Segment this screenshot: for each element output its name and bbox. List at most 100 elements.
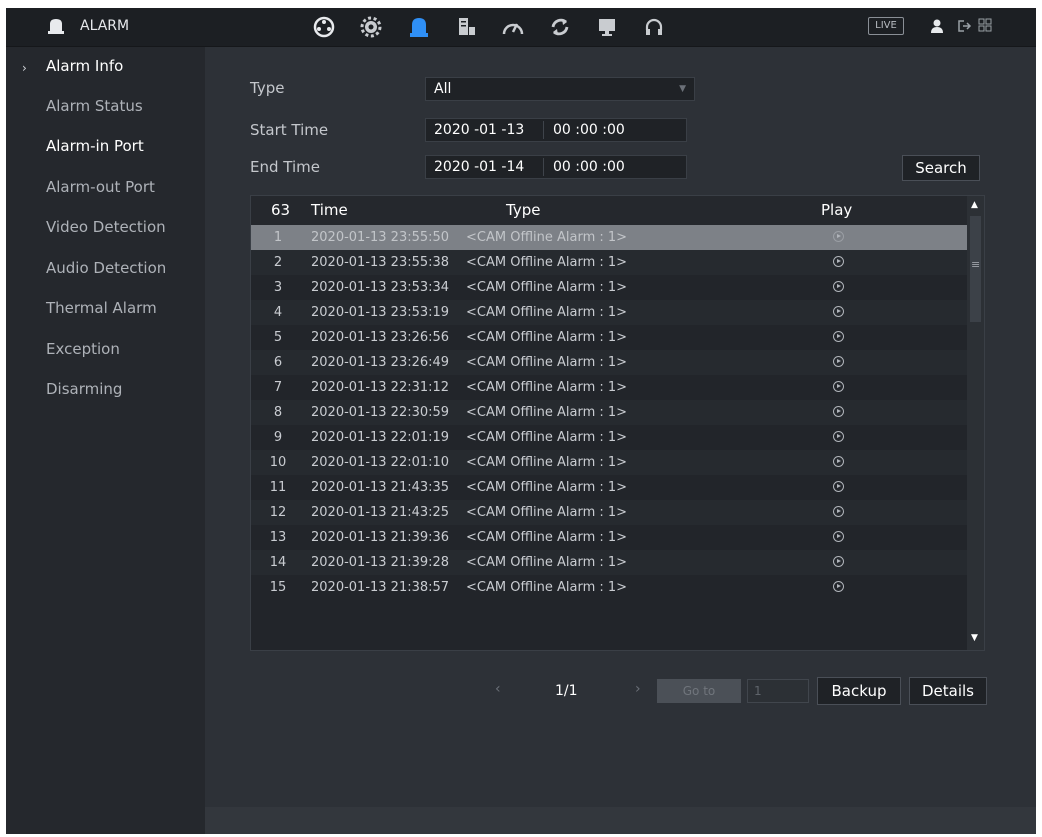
row-number: 10 (269, 455, 287, 470)
sidebar-item-audio-detection[interactable]: Audio Detection (6, 249, 205, 287)
table-row[interactable]: 2 2020-01-13 23:55:38 <CAM Offline Alarm :… (251, 250, 967, 275)
top-bar: ALARM LIVE (6, 8, 1036, 47)
row-number: 11 (269, 480, 287, 495)
row-type: <CAM Offline Alarm : 1> (466, 530, 628, 545)
table-row[interactable]: 8 2020-01-13 22:30:59 <CAM Offline Alarm :… (251, 400, 967, 425)
table-row[interactable]: 4 2020-01-13 23:53:19 <CAM Offline Alarm :… (251, 300, 967, 325)
header-time: Time (311, 201, 348, 219)
table-scrollbar[interactable]: ▲ ≡ ▼ (967, 196, 984, 650)
row-type: <CAM Offline Alarm : 1> (466, 305, 628, 320)
scroll-down-icon[interactable]: ▼ (971, 633, 978, 643)
row-time: 2020-01-13 21:43:25 (311, 505, 450, 520)
grid-menu-icon[interactable] (978, 18, 992, 32)
headset-icon[interactable] (640, 13, 668, 41)
user-icon[interactable] (930, 18, 944, 34)
play-icon[interactable] (833, 431, 844, 442)
type-label: Type (250, 79, 285, 97)
page-number-input[interactable]: 1 (747, 679, 809, 703)
row-type: <CAM Offline Alarm : 1> (466, 430, 628, 445)
row-type: <CAM Offline Alarm : 1> (466, 555, 628, 570)
row-number: 14 (269, 555, 287, 570)
table-row[interactable]: 13 2020-01-13 21:39:36 <CAM Offline Alarm … (251, 525, 967, 550)
row-time: 2020-01-13 21:43:35 (311, 480, 450, 495)
sidebar-item-alarm-status[interactable]: Alarm Status (6, 87, 205, 125)
sidebar-item-alarm-info[interactable]: Alarm Info (6, 47, 205, 85)
table-row[interactable]: 5 2020-01-13 23:26:56 <CAM Offline Alarm :… (251, 325, 967, 350)
row-number: 7 (273, 380, 283, 395)
play-icon[interactable] (833, 406, 844, 417)
sidebar-item-disarming[interactable]: Disarming (6, 370, 205, 408)
play-icon[interactable] (833, 481, 844, 492)
sidebar: › Alarm Info Alarm Status Alarm-in Port … (6, 47, 205, 834)
sidebar-item-exception[interactable]: Exception (6, 330, 205, 368)
row-number: 4 (273, 305, 283, 320)
play-icon[interactable] (833, 581, 844, 592)
sidebar-item-thermal-alarm[interactable]: Thermal Alarm (6, 289, 205, 327)
alarm-window: ALARM LIVE › Alarm Info Alarm Status Ala… (6, 8, 1036, 834)
row-type: <CAM Offline Alarm : 1> (466, 255, 628, 270)
live-button[interactable]: LIVE (868, 17, 904, 35)
play-icon[interactable] (833, 256, 844, 267)
row-time: 2020-01-13 22:31:12 (311, 380, 450, 395)
row-number: 15 (269, 580, 287, 595)
alarm-table: 63 Time Type Play 1 2020-01-13 23:55:50 <C… (250, 195, 985, 651)
end-time-label: End Time (250, 158, 320, 176)
goto-button[interactable]: Go to (657, 679, 741, 703)
settings-icon[interactable] (357, 13, 385, 41)
table-row[interactable]: 6 2020-01-13 23:26:49 <CAM Offline Alarm :… (251, 350, 967, 375)
next-page-icon[interactable]: › (635, 681, 641, 697)
row-type: <CAM Offline Alarm : 1> (466, 355, 628, 370)
sidebar-item-video-detection[interactable]: Video Detection (6, 208, 205, 246)
pagination: ‹ 1/1 › Go to 1 Backup Details (205, 677, 1036, 707)
display-icon[interactable] (593, 13, 621, 41)
table-row[interactable]: 7 2020-01-13 22:31:12 <CAM Offline Alarm :… (251, 375, 967, 400)
play-icon[interactable] (833, 556, 844, 567)
start-time-field[interactable]: 2020 -01 -13 00 :00 :00 (425, 118, 687, 142)
table-row[interactable]: 14 2020-01-13 21:39:28 <CAM Offline Alarm … (251, 550, 967, 575)
table-row[interactable]: 11 2020-01-13 21:43:35 <CAM Offline Alarm … (251, 475, 967, 500)
row-time: 2020-01-13 22:30:59 (311, 405, 450, 420)
row-type: <CAM Offline Alarm : 1> (466, 455, 628, 470)
table-row[interactable]: 1 2020-01-13 23:55:50 <CAM Offline Alarm :… (251, 225, 967, 250)
header-play: Play (821, 201, 853, 219)
alarm-icon[interactable] (405, 13, 433, 41)
play-icon[interactable] (833, 531, 844, 542)
search-button[interactable]: Search (902, 155, 980, 181)
play-icon[interactable] (833, 231, 844, 242)
scroll-up-icon[interactable]: ▲ (971, 200, 978, 210)
end-date-value: 2020 -01 -14 (434, 159, 525, 175)
table-row[interactable]: 3 2020-01-13 23:53:34 <CAM Offline Alarm :… (251, 275, 967, 300)
play-icon[interactable] (833, 306, 844, 317)
refresh-icon[interactable] (546, 13, 574, 41)
play-icon[interactable] (833, 456, 844, 467)
play-icon[interactable] (833, 356, 844, 367)
row-type: <CAM Offline Alarm : 1> (466, 380, 628, 395)
sidebar-item-alarm-in-port[interactable]: Alarm-in Port (6, 127, 205, 165)
sidebar-item-alarm-out-port[interactable]: Alarm-out Port (6, 168, 205, 206)
play-icon[interactable] (833, 281, 844, 292)
row-type: <CAM Offline Alarm : 1> (466, 480, 628, 495)
type-select-value: All (434, 81, 452, 97)
play-icon[interactable] (833, 331, 844, 342)
type-select[interactable]: All ▼ (425, 77, 695, 101)
play-icon[interactable] (833, 506, 844, 517)
details-button[interactable]: Details (909, 677, 987, 705)
row-time: 2020-01-13 21:39:28 (311, 555, 450, 570)
logout-icon[interactable] (956, 18, 974, 34)
storage-icon[interactable] (452, 13, 480, 41)
row-type: <CAM Offline Alarm : 1> (466, 330, 628, 345)
end-time-field[interactable]: 2020 -01 -14 00 :00 :00 (425, 155, 687, 179)
row-type: <CAM Offline Alarm : 1> (466, 505, 628, 520)
prev-page-icon[interactable]: ‹ (495, 681, 501, 697)
camera-icon[interactable] (310, 13, 338, 41)
performance-icon[interactable] (499, 13, 527, 41)
alarm-bell-icon (48, 19, 64, 34)
backup-button[interactable]: Backup (817, 677, 901, 705)
row-number: 9 (273, 430, 283, 445)
table-row[interactable]: 10 2020-01-13 22:01:10 <CAM Offline Alarm … (251, 450, 967, 475)
table-row[interactable]: 9 2020-01-13 22:01:19 <CAM Offline Alarm :… (251, 425, 967, 450)
table-row[interactable]: 15 2020-01-13 21:38:57 <CAM Offline Alarm … (251, 575, 967, 600)
table-row[interactable]: 12 2020-01-13 21:43:25 <CAM Offline Alarm … (251, 500, 967, 525)
play-icon[interactable] (833, 381, 844, 392)
start-date-value: 2020 -01 -13 (434, 122, 525, 138)
